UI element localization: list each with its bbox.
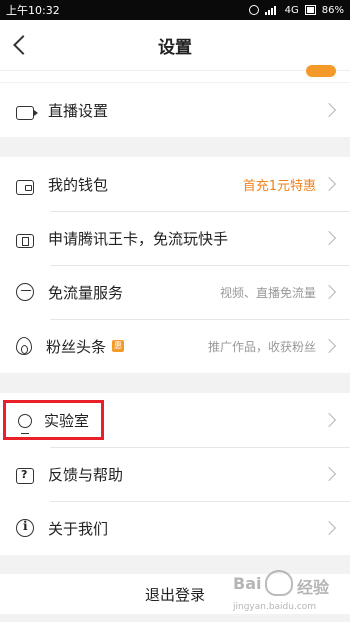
settings-item-label: 粉丝头条 bbox=[46, 337, 107, 356]
previous-row-edge bbox=[0, 65, 350, 82]
fire-icon bbox=[16, 337, 32, 355]
watermark-url: jingyan.baidu.com bbox=[233, 602, 317, 612]
alarm-icon bbox=[248, 5, 259, 15]
chevron-right-icon bbox=[321, 466, 337, 482]
chevron-right-icon bbox=[321, 284, 337, 300]
status-bar: 上午10:32 4G 86% bbox=[0, 0, 350, 20]
watermark-text: Bai bbox=[233, 574, 262, 593]
back-arrow-icon[interactable] bbox=[10, 32, 34, 58]
settings-item-label: 关于我们 bbox=[48, 519, 109, 538]
promo-badge: 惠 bbox=[112, 340, 125, 352]
wallet-promo: 首充1元特惠 bbox=[242, 178, 316, 194]
settings-item-label: 反馈与帮助 bbox=[48, 465, 124, 484]
settings-item-wangka[interactable]: 申请腾讯王卡，免流玩快手 bbox=[0, 211, 350, 265]
info-icon bbox=[16, 519, 34, 537]
settings-item-feedback[interactable]: 反馈与帮助 bbox=[0, 447, 350, 501]
settings-group-services: 我的钱包 首充1元特惠 申请腾讯王卡，免流玩快手 免流量服务 视频、直播免流量 … bbox=[0, 157, 350, 373]
settings-item-free-traffic[interactable]: 免流量服务 视频、直播免流量 bbox=[0, 265, 350, 319]
settings-item-wallet[interactable]: 我的钱包 首充1元特惠 bbox=[0, 157, 350, 211]
settings-item-label: 免流量服务 bbox=[48, 283, 124, 302]
settings-item-label: 申请腾讯王卡，免流玩快手 bbox=[48, 229, 229, 248]
annotation-highlight-box bbox=[3, 400, 104, 440]
broadcast-icon bbox=[16, 106, 38, 120]
settings-item-label: 我的钱包 bbox=[48, 175, 109, 194]
chevron-right-icon bbox=[321, 230, 337, 246]
wallet-icon bbox=[16, 179, 34, 195]
chevron-right-icon bbox=[321, 176, 337, 192]
settings-item-sub: 推广作品，收获粉丝 bbox=[207, 339, 316, 354]
paw-icon bbox=[265, 570, 293, 596]
settings-item-fans-headline[interactable]: 粉丝头条 惠 推广作品，收获粉丝 bbox=[0, 319, 350, 373]
card-icon bbox=[16, 234, 34, 248]
status-time: 上午10:32 bbox=[6, 4, 60, 17]
settings-item-about[interactable]: 关于我们 bbox=[0, 501, 350, 555]
status-icons: 4G 86% bbox=[248, 4, 344, 16]
battery-icon bbox=[304, 5, 316, 15]
watermark-text: 经验 bbox=[297, 578, 330, 597]
nav-bar: 设置 bbox=[0, 20, 350, 70]
traffic-icon bbox=[16, 283, 34, 301]
feedback-icon bbox=[16, 468, 34, 484]
network-type: 4G bbox=[284, 4, 299, 16]
signal-icon bbox=[264, 5, 279, 15]
settings-item-label: 直播设置 bbox=[48, 101, 109, 120]
settings-item-live[interactable]: 直播设置 bbox=[0, 83, 350, 137]
battery-level: 86% bbox=[321, 4, 344, 16]
chevron-right-icon bbox=[321, 102, 337, 118]
chevron-right-icon bbox=[321, 338, 337, 354]
page-title: 设置 bbox=[158, 37, 192, 58]
toggle-switch[interactable] bbox=[306, 65, 336, 77]
settings-group-live: 直播设置 bbox=[0, 83, 350, 137]
settings-item-sub: 视频、直播免流量 bbox=[219, 285, 316, 300]
chevron-right-icon bbox=[321, 412, 337, 428]
baidu-watermark: Bai 经验 jingyan.baidu.com bbox=[233, 570, 348, 620]
chevron-right-icon bbox=[321, 520, 337, 536]
